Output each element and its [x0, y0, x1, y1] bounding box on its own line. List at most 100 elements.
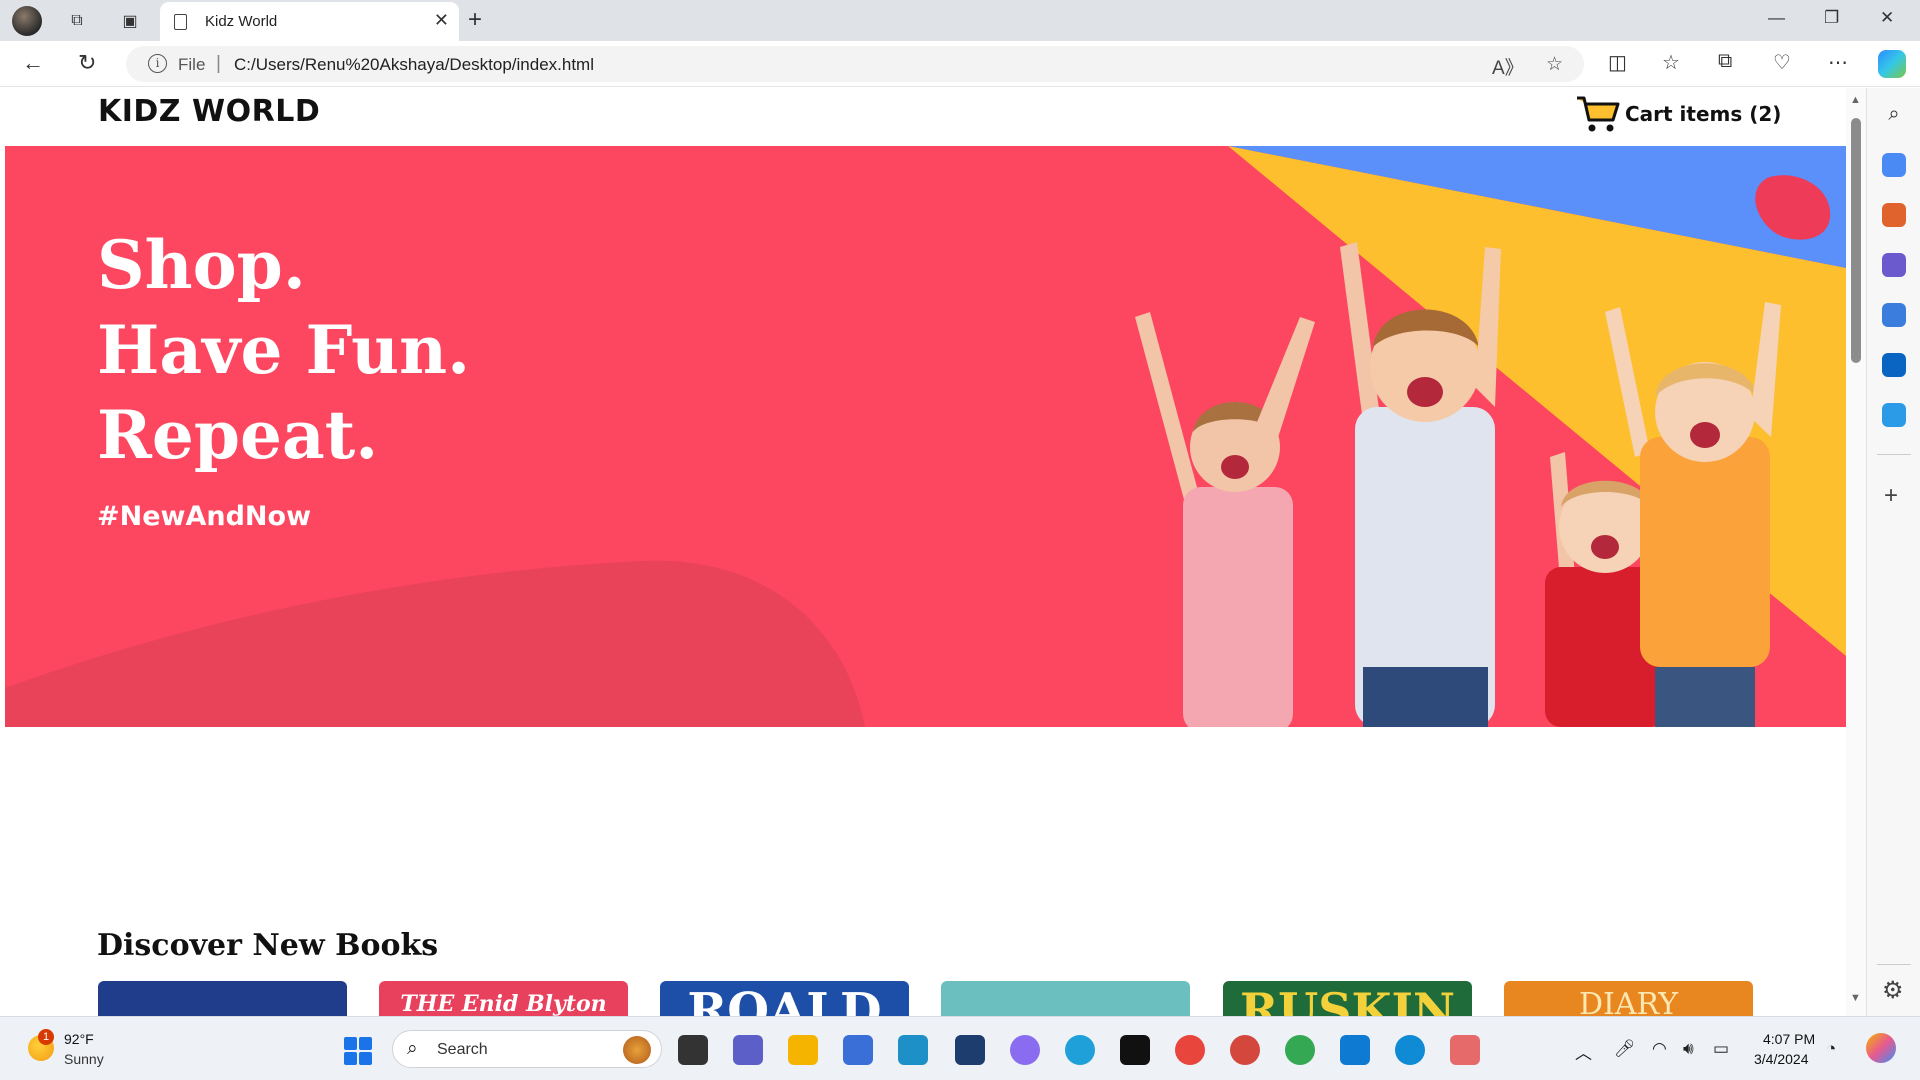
- book-cover-5-text: RUSKIN: [1239, 983, 1456, 1016]
- scroll-up-arrow-icon[interactable]: ▲: [1850, 94, 1861, 106]
- edge-sidebar: ⌕ + ⚙: [1866, 88, 1920, 1016]
- book-cover-5[interactable]: RUSKIN: [1223, 981, 1472, 1016]
- tab-title: Kidz World: [205, 13, 278, 30]
- discover-books-heading: Discover New Books: [97, 928, 439, 963]
- chrome-icon[interactable]: [1175, 1035, 1205, 1065]
- hero-hashtag: #NewAndNow: [97, 501, 312, 532]
- show-hidden-icons[interactable]: ︿: [1575, 1039, 1592, 1064]
- browser-essentials-icon[interactable]: ♡: [1773, 50, 1791, 75]
- favorites-icon[interactable]: ☆: [1662, 50, 1680, 75]
- favorite-star-icon[interactable]: ☆: [1546, 53, 1563, 76]
- address-bar[interactable]: i File | C:/Users/Renu%20Akshaya/Desktop…: [126, 46, 1584, 82]
- file-explorer-icon[interactable]: [788, 1035, 818, 1065]
- chrome-profile-2-icon[interactable]: [1285, 1035, 1315, 1065]
- scroll-down-arrow-icon[interactable]: ▼: [1850, 992, 1861, 1004]
- browser-toolbar: ← ↻ i File | C:/Users/Renu%20Akshaya/Des…: [0, 41, 1920, 87]
- restore-button[interactable]: ❐: [1824, 8, 1839, 28]
- copilot-preview-icon[interactable]: [1866, 1033, 1896, 1063]
- close-tab-icon[interactable]: ✕: [434, 10, 449, 31]
- more-menu-icon[interactable]: ⋯: [1828, 50, 1848, 75]
- search-highlight-icon: [623, 1036, 651, 1064]
- sidebar-divider: [1877, 454, 1911, 455]
- book-cover-4[interactable]: [941, 981, 1190, 1016]
- edge-icon[interactable]: [1395, 1035, 1425, 1065]
- document-icon: [174, 14, 187, 30]
- microsoft-store-icon[interactable]: [843, 1035, 873, 1065]
- hero-line-3: Repeat.: [97, 396, 379, 474]
- search-icon: ⌕: [407, 1038, 418, 1059]
- sidebar-games-icon[interactable]: [1882, 253, 1906, 277]
- edge-dev-icon[interactable]: [1065, 1035, 1095, 1065]
- weather-desc[interactable]: Sunny: [64, 1051, 104, 1067]
- weather-temp[interactable]: 92°F: [64, 1031, 94, 1047]
- sidebar-settings-icon[interactable]: ⚙: [1882, 976, 1904, 1005]
- close-window-button[interactable]: ✕: [1880, 8, 1894, 28]
- sidebar-drop-icon[interactable]: [1882, 403, 1906, 427]
- book-cover-3-text: ROALD: [687, 983, 882, 1016]
- sidebar-outlook-icon[interactable]: [1882, 353, 1906, 377]
- sidebar-divider: [1877, 964, 1911, 965]
- microphone-icon[interactable]: 🎤︎: [1614, 1039, 1636, 1059]
- hero-banner: Shop. Have Fun. Repeat. #NewAndNow: [5, 146, 1846, 727]
- netflix-icon[interactable]: [1120, 1035, 1150, 1065]
- remote-desktop-icon[interactable]: [898, 1035, 928, 1065]
- minimize-button[interactable]: —: [1768, 8, 1785, 28]
- dev-home-icon[interactable]: [955, 1035, 985, 1065]
- sidebar-add-icon[interactable]: +: [1884, 482, 1898, 510]
- book-cover-2-text: THE Enid Blyton: [400, 991, 607, 1016]
- clock-date[interactable]: 3/4/2024: [1754, 1051, 1809, 1067]
- snipping-tool-icon[interactable]: [1450, 1035, 1480, 1065]
- book-cover-6[interactable]: DIARY: [1504, 981, 1753, 1016]
- new-tab-button[interactable]: +: [468, 6, 482, 34]
- chrome-profile-icon[interactable]: [1230, 1035, 1260, 1065]
- wifi-icon[interactable]: ◠: [1652, 1039, 1667, 1059]
- browser-titlebar: ⧉ ▣ Kidz World ✕ + — ❐ ✕: [0, 0, 1920, 41]
- task-view-icon[interactable]: [678, 1035, 708, 1065]
- book-cover-1[interactable]: [98, 981, 347, 1016]
- vscode-icon[interactable]: [1340, 1035, 1370, 1065]
- page-scrollbar[interactable]: ▲ ▼: [1846, 88, 1866, 1016]
- vertical-tabs-icon[interactable]: ▣: [117, 8, 143, 34]
- tab-kidz-world[interactable]: Kidz World ✕: [160, 2, 459, 41]
- sidebar-tools-icon[interactable]: [1882, 203, 1906, 227]
- volume-icon[interactable]: 🔊︎: [1683, 1039, 1694, 1059]
- cheering-kids-image: [1135, 242, 1781, 727]
- hero-line-2: Have Fun.: [97, 311, 471, 389]
- sidebar-search-icon[interactable]: ⌕: [1882, 103, 1906, 127]
- address-scheme: File: [178, 55, 206, 74]
- search-label: Search: [437, 1041, 488, 1058]
- hero-line-1: Shop.: [97, 226, 306, 304]
- logo-text: KIDZ WORLD: [98, 94, 321, 129]
- site-logo[interactable]: KIDZ WORLD: [98, 94, 320, 129]
- cart-button[interactable]: Cart items (2): [1575, 94, 1781, 134]
- taskbar-search[interactable]: ⌕ Search: [392, 1030, 662, 1068]
- focus-assist-icon[interactable]: ◔: [1826, 1039, 1836, 1059]
- shopping-cart-icon: [1577, 96, 1620, 132]
- site-info-icon[interactable]: i: [148, 54, 167, 73]
- book-cover-6-text: DIARY: [1578, 987, 1679, 1016]
- teams-chat-icon[interactable]: [733, 1035, 763, 1065]
- copilot-app-icon[interactable]: [1010, 1035, 1040, 1065]
- cart-label: Cart items (2): [1625, 102, 1782, 126]
- windows-taskbar: 1 92°F Sunny ⌕ Search ︿ 🎤︎ ◠ 🔊︎ ▭ 4:07 P…: [0, 1016, 1920, 1080]
- sidebar-shopping-icon[interactable]: [1882, 153, 1906, 177]
- book-cover-3[interactable]: ROALD: [660, 981, 909, 1016]
- copilot-icon[interactable]: [1878, 50, 1906, 78]
- scroll-thumb[interactable]: [1851, 118, 1861, 363]
- battery-icon[interactable]: ▭: [1713, 1039, 1729, 1059]
- read-aloud-icon[interactable]: A》: [1492, 53, 1524, 80]
- split-screen-icon[interactable]: ◫: [1608, 50, 1627, 75]
- web-page: KIDZ WORLD Cart items (2) Shop. Have Fun…: [5, 88, 1846, 1016]
- profile-avatar[interactable]: [12, 6, 42, 36]
- address-url[interactable]: C:/Users/Renu%20Akshaya/Desktop/index.ht…: [234, 55, 594, 75]
- address-separator: |: [216, 53, 221, 74]
- clock-time[interactable]: 4:07 PM: [1763, 1031, 1815, 1047]
- workspaces-icon[interactable]: ⧉: [64, 8, 90, 34]
- collections-icon[interactable]: ⧉: [1718, 50, 1732, 73]
- back-button[interactable]: ←: [22, 50, 44, 76]
- book-cover-2[interactable]: THE Enid Blyton: [379, 981, 628, 1016]
- sidebar-microsoft365-icon[interactable]: [1882, 303, 1906, 327]
- site-header: KIDZ WORLD Cart items (2): [5, 88, 1846, 146]
- refresh-button[interactable]: ↻: [78, 50, 96, 76]
- start-button[interactable]: [344, 1037, 372, 1065]
